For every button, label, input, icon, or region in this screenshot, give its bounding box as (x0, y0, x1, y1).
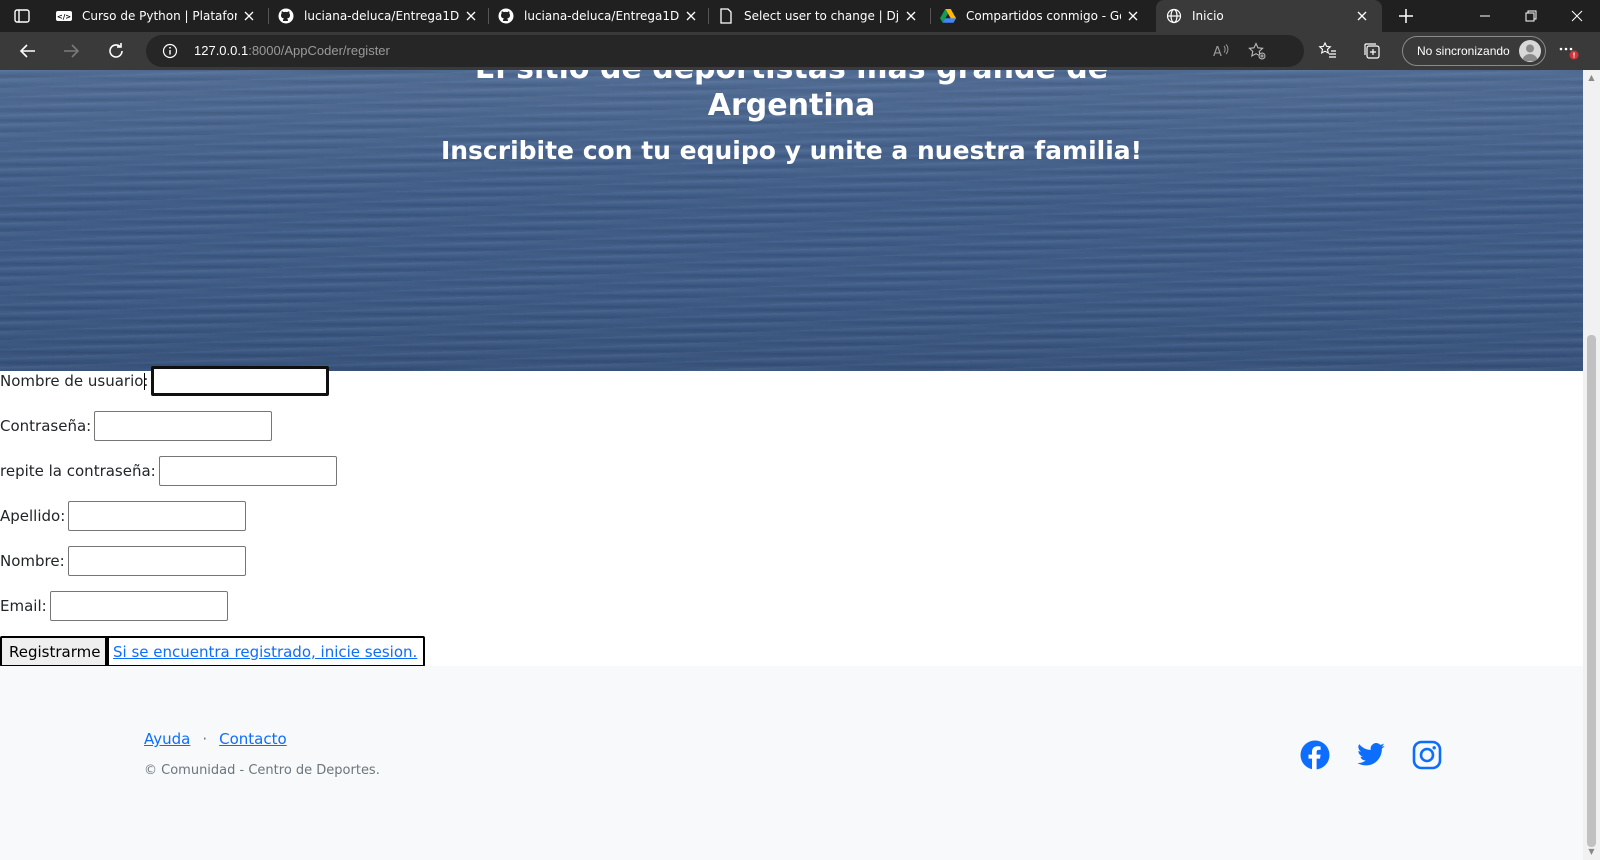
username-row: Nombre de usuario: (0, 366, 330, 396)
globe-icon (1166, 8, 1182, 24)
close-tab-icon[interactable] (903, 8, 919, 24)
github-icon (278, 8, 294, 24)
new-tab-icon[interactable] (1396, 6, 1416, 26)
hero-banner: El sitio de deportistas más grande de Ar… (0, 70, 1583, 371)
profile-label: No sincronizando (1417, 44, 1510, 58)
scroll-up-arrow-icon[interactable]: ▲ (1587, 74, 1596, 82)
tab-title: Curso de Python | Plataforma (82, 9, 237, 23)
hero-title-line-2: Argentina (707, 88, 876, 123)
hero-title: El sitio de deportistas más grande de Ar… (0, 70, 1583, 124)
add-favorite-icon[interactable] (1248, 42, 1266, 60)
forward-icon[interactable] (59, 39, 83, 63)
restore-icon[interactable] (1508, 0, 1554, 32)
login-link-box: Si se encuentra registrado, inicie sesio… (105, 636, 426, 667)
page-scrollbar[interactable]: ▲ ▼ (1583, 70, 1600, 860)
hero-subtitle: Inscribite con tu equipo y unite a nuest… (440, 136, 1143, 165)
tab-github-2[interactable]: luciana-deluca/Entrega1DeLuca (488, 0, 708, 32)
page-viewport: El sitio de deportistas más grande de Ar… (0, 70, 1583, 860)
back-icon[interactable] (16, 39, 40, 63)
tab-google-drive[interactable]: Compartidos conmigo - Google Drive (930, 0, 1152, 32)
register-button[interactable]: Registrarme (0, 636, 110, 667)
text-caret (144, 373, 145, 390)
lastname-label: Apellido: (0, 507, 66, 525)
browser-toolbar: 127.0.0.1:8000/AppCoder/register A No si… (0, 32, 1600, 70)
tab-coderhouse[interactable]: </> Curso de Python | Plataforma (46, 0, 268, 32)
instagram-icon[interactable] (1412, 740, 1442, 770)
svg-text:A: A (1213, 45, 1222, 60)
email-row: Email: (0, 591, 228, 621)
more-options-icon[interactable] (1556, 41, 1584, 61)
google-drive-icon (940, 8, 956, 24)
tab-inicio[interactable]: Inicio (1156, 0, 1382, 32)
tab-title: Select user to change | Django (744, 9, 899, 23)
close-tab-icon[interactable] (241, 8, 257, 24)
tab-github-1[interactable]: luciana-deluca/Entrega1DeLuca (268, 0, 488, 32)
firstname-row: Nombre: (0, 546, 246, 576)
tab-title: Compartidos conmigo - Google Drive (966, 9, 1121, 23)
facebook-icon[interactable] (1300, 740, 1330, 770)
collections-icon[interactable] (1362, 41, 1382, 61)
lastname-row: Apellido: (0, 501, 247, 531)
contact-link[interactable]: Contacto (219, 730, 287, 748)
address-bar[interactable]: 127.0.0.1:8000/AppCoder/register A (146, 35, 1304, 67)
favorites-icon[interactable] (1318, 41, 1338, 61)
username-input[interactable] (151, 366, 330, 396)
read-aloud-icon[interactable]: A (1212, 42, 1230, 60)
lastname-input[interactable] (68, 501, 247, 531)
tab-django[interactable]: Select user to change | Django (708, 0, 930, 32)
twitter-icon[interactable] (1356, 740, 1386, 770)
svg-text:</>: </> (57, 13, 71, 21)
password-row: Contraseña: (0, 411, 273, 441)
login-link[interactable]: Si se encuentra registrado, inicie sesio… (113, 643, 417, 661)
reload-icon[interactable] (104, 39, 128, 63)
close-window-icon[interactable] (1554, 0, 1600, 32)
url-host: 127.0.0.1 (194, 43, 249, 58)
close-tab-icon[interactable] (1354, 8, 1370, 24)
close-tab-icon[interactable] (463, 8, 479, 24)
password-confirm-input[interactable] (158, 456, 337, 486)
password-input[interactable] (94, 411, 273, 441)
tab-title: luciana-deluca/Entrega1DeLuca (304, 9, 459, 23)
tab-actions-icon[interactable] (12, 6, 32, 26)
minimize-icon[interactable] (1462, 0, 1508, 32)
url-path: :8000/AppCoder/register (248, 43, 390, 58)
firstname-label: Nombre: (0, 552, 65, 570)
hero-title-line-1: El sitio de deportistas más grande de (0, 70, 1583, 87)
firstname-input[interactable] (67, 546, 246, 576)
avatar-icon (1519, 40, 1541, 62)
password-confirm-label: repite la contraseña: (0, 462, 156, 480)
tab-title: luciana-deluca/Entrega1DeLuca (524, 9, 679, 23)
scroll-down-arrow-icon[interactable]: ▼ (1587, 848, 1596, 856)
password-label: Contraseña: (0, 417, 92, 435)
page-icon (718, 8, 734, 24)
browser-tabstrip: </> Curso de Python | Plataforma luciana… (0, 0, 1600, 32)
footer-separator: · (202, 730, 208, 748)
username-label: Nombre de usuario: (0, 372, 149, 390)
info-icon[interactable] (162, 43, 178, 59)
close-tab-icon[interactable] (683, 8, 699, 24)
email-input[interactable] (49, 591, 228, 621)
email-label: Email: (0, 597, 47, 615)
password-confirm-row: repite la contraseña: (0, 456, 337, 486)
copyright-text: © Comunidad - Centro de Deportes. (144, 763, 380, 778)
footer: Ayuda · Contacto © Comunidad - Centro de… (0, 666, 1583, 860)
tab-title: Inicio (1192, 9, 1224, 23)
github-icon (498, 8, 514, 24)
help-link[interactable]: Ayuda (144, 730, 190, 748)
url-text: 127.0.0.1:8000/AppCoder/register (194, 43, 390, 58)
scroll-thumb[interactable] (1587, 335, 1596, 847)
coderhouse-icon: </> (56, 8, 72, 24)
profile-button[interactable]: No sincronizando (1402, 36, 1546, 66)
footer-links: Ayuda · Contacto (144, 730, 287, 748)
close-tab-icon[interactable] (1125, 8, 1141, 24)
